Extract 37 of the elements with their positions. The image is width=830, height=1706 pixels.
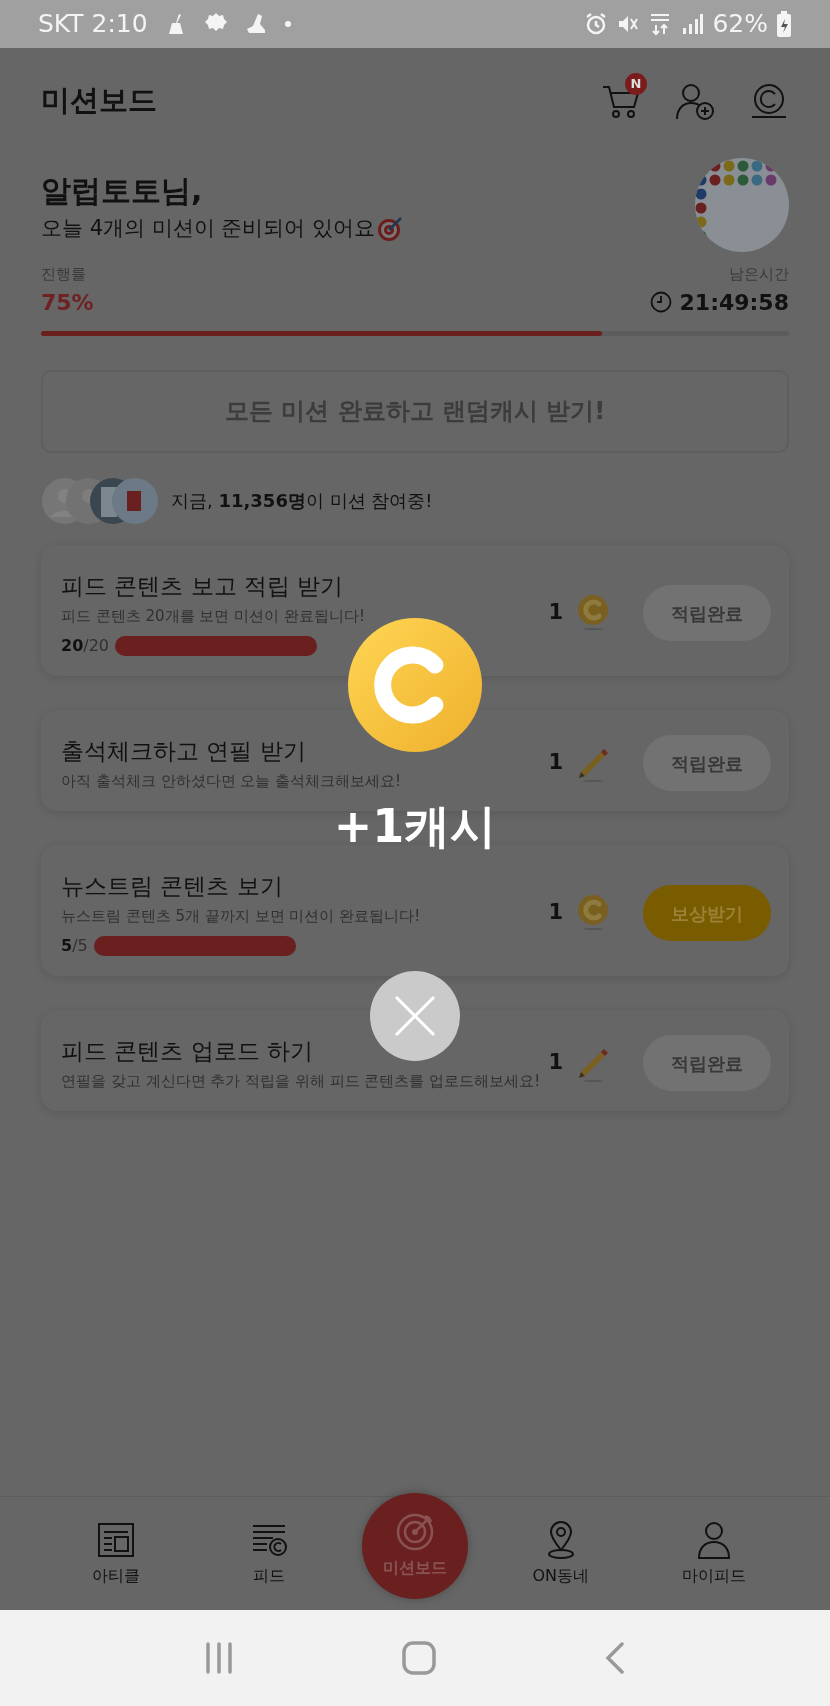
home-icon[interactable] [402, 1641, 436, 1675]
battery-icon [776, 11, 792, 37]
recent-apps-icon[interactable] [204, 1642, 234, 1674]
status-time: SKT 2:10 [38, 8, 148, 41]
reward-popup-text: +1캐시 [333, 803, 497, 849]
close-icon [393, 994, 437, 1038]
mission-title: 피드 콘텐츠 보고 적립 받기 [61, 571, 345, 601]
nav-tab[interactable]: 피드 [209, 1519, 330, 1588]
target-icon [377, 215, 404, 242]
mission-title: 뉴스트림 콘텐츠 보기 [61, 871, 284, 901]
signal-icon [680, 12, 705, 36]
completed-button[interactable]: 적립완료 [643, 585, 771, 641]
notification-badge: N [625, 72, 647, 95]
clock-icon [649, 291, 672, 313]
nav-tab[interactable]: 마이피드 [653, 1519, 774, 1588]
mission-title: 피드 콘텐츠 업로드 하기 [61, 1036, 314, 1066]
reward-amount: 1 [548, 599, 563, 627]
nav-tab[interactable]: ON동네 [500, 1519, 621, 1588]
back-icon[interactable] [604, 1642, 626, 1674]
remaining-time: 21:49:58 [679, 288, 789, 317]
coin-icon [575, 894, 611, 932]
greeting-message: 오늘 4개의 미션이 준비되어 있어요 [41, 215, 376, 242]
greeting-name: 알럽토토님, [41, 172, 204, 210]
page-title: 미션보드 [41, 83, 157, 118]
target-icon [395, 1511, 435, 1552]
reward-amount: 1 [548, 749, 563, 777]
battery-percent: 62% [712, 8, 768, 41]
nav-tab[interactable]: 아티클 [56, 1519, 177, 1588]
dot-icon [283, 20, 292, 28]
progress-percent: 75% [41, 288, 94, 317]
completed-button[interactable]: 적립완료 [643, 1035, 771, 1091]
participants-text: 지금, 11,356명이 미션 참여중! [171, 489, 433, 513]
completed-button[interactable]: 적립완료 [643, 735, 771, 791]
mission-title: 출석체크하고 연필 받기 [61, 736, 307, 766]
coin-icon [575, 594, 611, 632]
reward-amount: 1 [548, 1049, 563, 1077]
reward-amount: 1 [548, 899, 563, 927]
